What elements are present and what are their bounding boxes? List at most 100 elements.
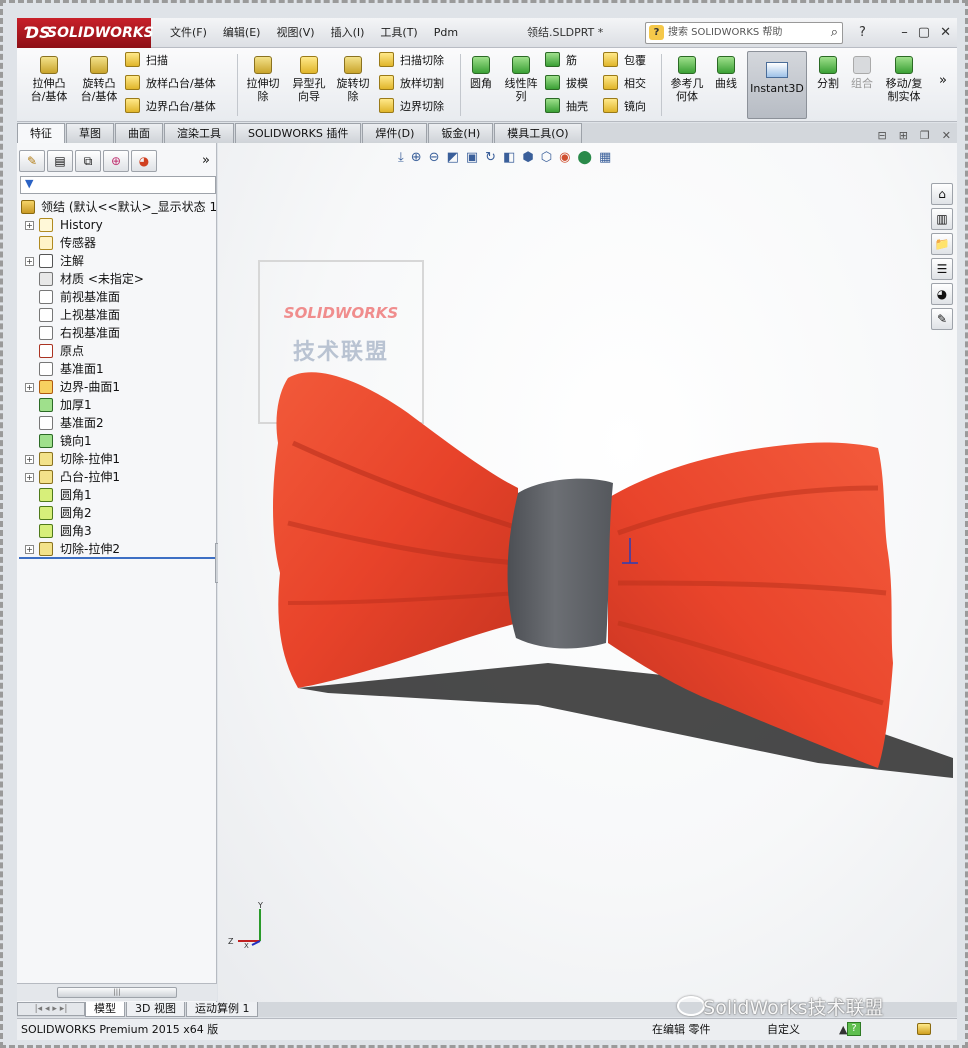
tree-node[interactable]: 基准面2 bbox=[17, 414, 217, 432]
tile-icon[interactable]: ⊟ bbox=[877, 129, 886, 142]
tree-node[interactable]: + History bbox=[17, 216, 217, 234]
help-question-icon: ? bbox=[649, 25, 664, 40]
tab-sheet-metal[interactable]: 钣金(H) bbox=[428, 123, 494, 143]
tree-node[interactable]: 原点 bbox=[17, 342, 217, 360]
scrollbar-thumb[interactable]: ||| bbox=[57, 987, 177, 998]
minimize-icon[interactable]: – bbox=[901, 18, 908, 48]
rebuild-status-icon[interactable]: ? bbox=[847, 1022, 861, 1036]
split-button[interactable]: 分割 bbox=[813, 56, 843, 90]
fillet-button[interactable]: 圆角 bbox=[465, 56, 497, 90]
expand-toggle-icon[interactable]: + bbox=[25, 455, 34, 464]
rollback-bar[interactable] bbox=[19, 557, 215, 559]
solidworks-logo[interactable]: ƊS SOLIDWORKS bbox=[17, 18, 154, 48]
close-doc-icon[interactable]: ✕ bbox=[942, 129, 951, 142]
unit-system-selector[interactable]: 自定义 bbox=[767, 1019, 800, 1040]
maximize-icon[interactable]: ▢ bbox=[918, 18, 930, 48]
intersect-button[interactable]: 相交 bbox=[603, 74, 646, 94]
feature-filter-input[interactable]: ▼ bbox=[20, 176, 216, 194]
panel-horizontal-scrollbar[interactable]: ||| bbox=[17, 983, 217, 1001]
tree-node[interactable]: + 边界-曲面1 bbox=[17, 378, 217, 396]
tab-weldments[interactable]: 焊件(D) bbox=[362, 123, 428, 143]
help-search-input[interactable]: ? 搜索 SOLIDWORKS 帮助 ⌕ bbox=[645, 22, 843, 44]
tree-node[interactable]: 镜向1 bbox=[17, 432, 217, 450]
boundary-boss-icon bbox=[125, 98, 140, 113]
expand-toggle-icon[interactable]: + bbox=[25, 383, 34, 392]
tree-node[interactable]: 右视基准面 bbox=[17, 324, 217, 342]
boundary-boss-button[interactable]: 边界凸台/基体 bbox=[125, 97, 216, 117]
expand-toggle-icon[interactable]: + bbox=[25, 473, 34, 482]
tree-node[interactable]: 上视基准面 bbox=[17, 306, 217, 324]
menu-file[interactable]: 文件(F) bbox=[162, 18, 215, 48]
extrude-boss-button[interactable]: 拉伸凸 台/基体 bbox=[27, 56, 71, 103]
menu-tools[interactable]: 工具(T) bbox=[372, 18, 425, 48]
extrude-cut-button[interactable]: 拉伸切 除 bbox=[241, 56, 285, 103]
instant3d-button[interactable]: Instant3D bbox=[747, 51, 807, 119]
dimxpert-tab-icon[interactable]: ⊕ bbox=[103, 150, 129, 172]
tab-scroll-arrows[interactable]: |◂ ◂ ▸ ▸| bbox=[17, 1002, 85, 1016]
tree-node[interactable]: 传感器 bbox=[17, 234, 217, 252]
cascade-icon[interactable]: ⊞ bbox=[899, 129, 908, 142]
graphics-area[interactable]: ⤓ ⊕ ⊖ ◩ ▣ ↻ ◧ ⬢ ⬡ ◉ ⬤ ▦ ⌂ ▥ 📁 ☰ ◕ ✎ SOLI… bbox=[218, 143, 957, 1003]
mirror-button[interactable]: 镜向 bbox=[603, 97, 646, 117]
tree-node[interactable]: 加厚1 bbox=[17, 396, 217, 414]
expand-toggle-icon[interactable]: + bbox=[25, 221, 34, 230]
tree-node[interactable]: + 注解 bbox=[17, 252, 217, 270]
toolbar-more-icon[interactable]: » bbox=[939, 74, 947, 87]
tree-node[interactable]: + 切除-拉伸2 bbox=[17, 540, 217, 558]
sweep-button[interactable]: 扫描 bbox=[125, 51, 168, 71]
menu-pdm[interactable]: Pdm bbox=[426, 18, 466, 48]
tab-render-tools[interactable]: 渲染工具 bbox=[164, 123, 234, 143]
draft-button[interactable]: 拔模 bbox=[545, 74, 588, 94]
tab-motion-study[interactable]: 运动算例 1 bbox=[185, 1002, 259, 1017]
menu-edit[interactable]: 编辑(E) bbox=[215, 18, 269, 48]
wrap-button[interactable]: 包覆 bbox=[603, 51, 646, 71]
tree-node[interactable]: 材质 <未指定> bbox=[17, 270, 217, 288]
tab-addins[interactable]: SOLIDWORKS 插件 bbox=[235, 123, 362, 143]
expand-toggle-icon[interactable]: + bbox=[25, 545, 34, 554]
tags-icon[interactable] bbox=[917, 1023, 931, 1035]
search-icon[interactable]: ⌕ bbox=[831, 23, 838, 43]
tree-node[interactable]: 前视基准面 bbox=[17, 288, 217, 306]
help-button[interactable]: ? bbox=[859, 18, 866, 48]
loft-cut-button[interactable]: 放样切割 bbox=[379, 74, 444, 94]
tree-node[interactable]: 基准面1 bbox=[17, 360, 217, 378]
tab-features[interactable]: 特征 bbox=[17, 123, 65, 143]
combine-button[interactable]: 组合 bbox=[847, 56, 877, 90]
configuration-manager-tab-icon[interactable]: ⧉ bbox=[75, 150, 101, 172]
tree-node[interactable]: 圆角3 bbox=[17, 522, 217, 540]
property-manager-tab-icon[interactable]: ▤ bbox=[47, 150, 73, 172]
tab-surfaces[interactable]: 曲面 bbox=[115, 123, 163, 143]
tab-3d-view[interactable]: 3D 视图 bbox=[126, 1002, 185, 1017]
expand-toggle-icon[interactable]: + bbox=[25, 257, 34, 266]
sweep-cut-button[interactable]: 扫描切除 bbox=[379, 51, 444, 71]
close-icon[interactable]: ✕ bbox=[940, 18, 951, 48]
tab-mold-tools[interactable]: 模具工具(O) bbox=[494, 123, 582, 143]
display-manager-tab-icon[interactable]: ◕ bbox=[131, 150, 157, 172]
tree-node[interactable]: 圆角1 bbox=[17, 486, 217, 504]
bow-tie-model[interactable] bbox=[218, 143, 957, 1003]
curves-button[interactable]: 曲线 bbox=[709, 56, 743, 90]
restore-icon[interactable]: ❐ bbox=[920, 129, 930, 142]
tab-model[interactable]: 模型 bbox=[85, 1002, 125, 1017]
menu-insert[interactable]: 插入(I) bbox=[323, 18, 373, 48]
tree-node[interactable]: 圆角2 bbox=[17, 504, 217, 522]
loft-boss-button[interactable]: 放样凸台/基体 bbox=[125, 74, 216, 94]
menu-view[interactable]: 视图(V) bbox=[268, 18, 322, 48]
revolve-cut-button[interactable]: 旋转切 除 bbox=[333, 56, 373, 103]
revolve-boss-button[interactable]: 旋转凸 台/基体 bbox=[77, 56, 121, 103]
tree-node[interactable]: + 凸台-拉伸1 bbox=[17, 468, 217, 486]
tree-root[interactable]: 领结 (默认<<默认>_显示状态 1 bbox=[17, 198, 217, 216]
hole-wizard-button[interactable]: 异型孔 向导 bbox=[287, 56, 331, 103]
shell-button[interactable]: 抽壳 bbox=[545, 97, 588, 117]
panel-more-icon[interactable]: » bbox=[202, 153, 210, 168]
rib-button[interactable]: 筋 bbox=[545, 51, 577, 71]
bow-knot[interactable] bbox=[507, 478, 613, 649]
loft-cut-label: 放样切割 bbox=[400, 77, 444, 90]
tree-node[interactable]: + 切除-拉伸1 bbox=[17, 450, 217, 468]
reference-geometry-button[interactable]: 参考几 何体 bbox=[667, 56, 707, 103]
linear-pattern-button[interactable]: 线性阵 列 bbox=[501, 56, 541, 103]
feature-manager-tab-icon[interactable]: ✎ bbox=[19, 150, 45, 172]
move-copy-body-button[interactable]: 移动/复 制实体 bbox=[881, 56, 927, 103]
tab-sketch[interactable]: 草图 bbox=[66, 123, 114, 143]
boundary-cut-button[interactable]: 边界切除 bbox=[379, 97, 444, 117]
